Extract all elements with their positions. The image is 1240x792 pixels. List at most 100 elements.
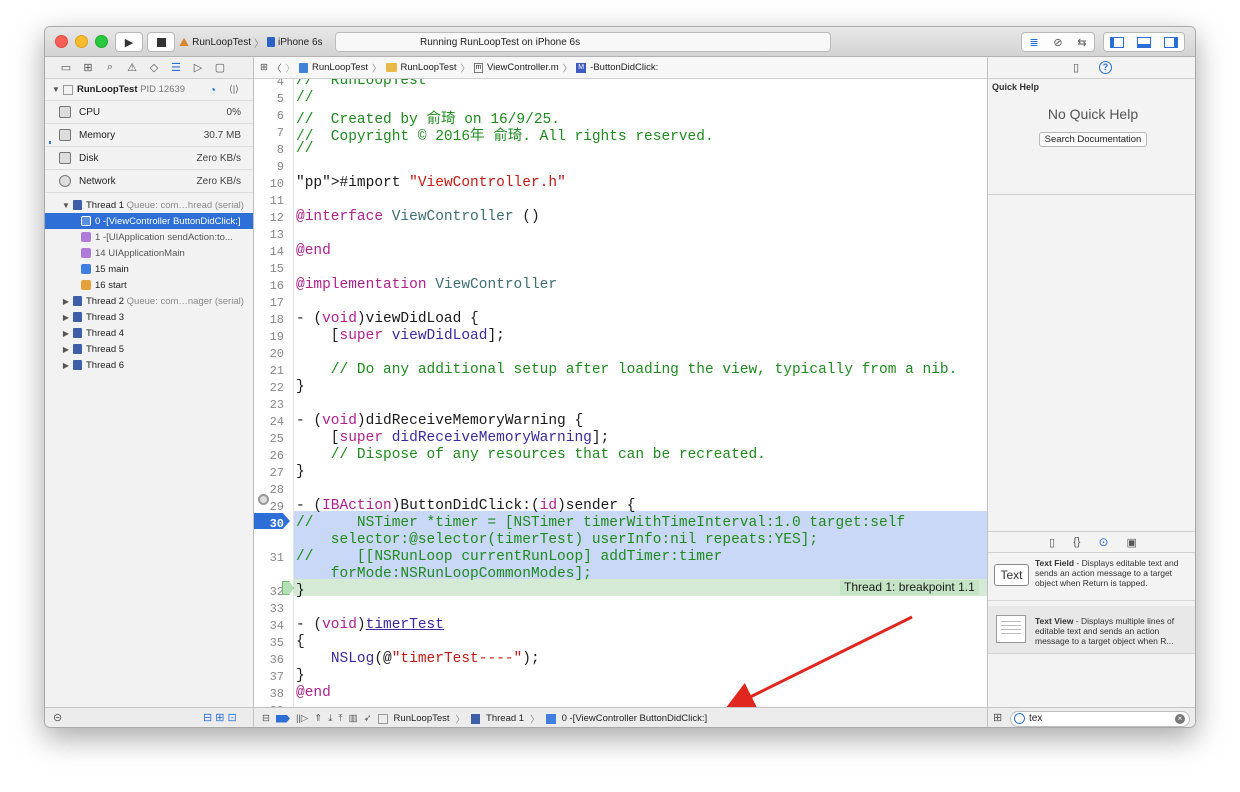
gauge-memory[interactable]: Memory 30.7 MB xyxy=(45,124,253,147)
stack-frame[interactable]: 15 main xyxy=(45,261,253,277)
object-library-icon[interactable]: ⊙ xyxy=(1098,535,1108,549)
back-button[interactable]: 〈 xyxy=(272,61,282,75)
line-number[interactable]: 30 xyxy=(254,517,290,531)
disclosure-right-icon[interactable]: ▶ xyxy=(59,313,73,322)
symbol-navigator-icon[interactable]: ⊞ xyxy=(77,61,99,74)
grid-view-icon[interactable]: ⊞ xyxy=(993,711,1002,724)
file-inspector-icon[interactable]: ▯ xyxy=(1073,61,1079,74)
zoom-window-button[interactable] xyxy=(95,35,108,48)
debugbar-project[interactable]: RunLoopTest xyxy=(394,713,450,724)
stack-frame[interactable]: 1 -[UIApplication sendAction:to... xyxy=(45,229,253,245)
thread-label: Thread 5 xyxy=(86,343,125,355)
step-out-icon[interactable]: ⤒ xyxy=(338,713,342,724)
thread-label: Thread 1 xyxy=(86,199,125,211)
scheme-selector[interactable]: ⛰ RunLoopTest 〉 iPhone 6s xyxy=(179,32,323,52)
close-window-button[interactable] xyxy=(55,35,68,48)
disclosure-right-icon[interactable]: ▶ xyxy=(59,345,73,354)
forward-button[interactable]: 〉 xyxy=(285,61,295,75)
thread-row[interactable]: ▶ Thread 4 xyxy=(45,325,253,341)
continue-icon[interactable]: ||▷ xyxy=(296,713,308,724)
breakpoint-navigator-icon[interactable]: ▷ xyxy=(187,61,209,74)
no-quick-help-text: No Quick Help xyxy=(1047,106,1139,122)
related-items-icon[interactable]: ⊞ xyxy=(260,62,268,73)
gauge-toggle-icon[interactable]: ◔ xyxy=(209,83,216,97)
thread-icon xyxy=(73,296,82,306)
frame-label: 1 -[UIApplication sendAction:to... xyxy=(95,231,233,243)
status-text: Running RunLoopTest on iPhone 6s xyxy=(420,37,581,48)
thread-row[interactable]: ▶ Thread 5 xyxy=(45,341,253,357)
search-documentation-button[interactable]: Search Documentation xyxy=(1039,132,1147,147)
assistant-editor-icon[interactable]: ⊘ xyxy=(1053,36,1062,49)
step-over-icon[interactable]: ⇑ xyxy=(314,713,322,724)
stack-frame-selected[interactable]: 0 -[ViewController ButtonDidClick:] xyxy=(45,213,253,229)
process-options-icon[interactable]: ⟨|⟩ xyxy=(229,84,239,95)
media-library-icon[interactable]: ▣ xyxy=(1127,536,1137,549)
gauge-disk[interactable]: Disk Zero KB/s xyxy=(45,147,253,170)
text-view-icon xyxy=(996,615,1026,643)
library-item-text-field[interactable]: Text Text Field - Displays editable text… xyxy=(988,553,1195,601)
play-icon: ▶ xyxy=(124,36,134,49)
disclosure-right-icon[interactable]: ▶ xyxy=(59,329,73,338)
jumpbar-project[interactable]: RunLoopTest xyxy=(312,62,368,73)
find-navigator-icon[interactable]: ⌕ xyxy=(99,61,121,74)
filter-toggles-icon[interactable]: ⊟ ⊞ ⊡ xyxy=(203,711,237,724)
gauge-network[interactable]: Network Zero KB/s xyxy=(45,170,253,193)
standard-editor-icon[interactable]: ≣ xyxy=(1029,36,1038,49)
debugbar-thread[interactable]: Thread 1 xyxy=(486,713,524,724)
test-navigator-icon[interactable]: ◇ xyxy=(143,61,165,74)
clear-filter-icon[interactable]: × xyxy=(1175,714,1185,724)
disclosure-down-icon[interactable]: ▼ xyxy=(59,201,73,210)
disclosure-right-icon[interactable]: ▶ xyxy=(59,361,73,370)
code-area[interactable]: 4// RunLoopTest 5//6// Created by 俞琦 on 1… xyxy=(254,79,987,707)
process-row[interactable]: ▼ RunLoopTest PID 12639 ◔ ⟨|⟩ xyxy=(45,79,253,101)
stack-frame[interactable]: 14 UIApplicationMain xyxy=(45,245,253,261)
gauge-cpu[interactable]: CPU 0% xyxy=(45,101,253,124)
thread-row[interactable]: ▶ Thread 6 xyxy=(45,357,253,373)
code-snippet-library-icon[interactable]: {} xyxy=(1073,536,1080,548)
toggle-debug-area-icon[interactable] xyxy=(1136,36,1151,48)
library-item-text-view[interactable]: Text View - Displays multiple lines of e… xyxy=(988,606,1195,654)
thread-row[interactable]: ▶ Thread 3 xyxy=(45,309,253,325)
report-navigator-icon[interactable]: ▢ xyxy=(209,61,231,74)
thread-row[interactable]: ▶ Thread 2 Queue: com…nager (serial) xyxy=(45,293,253,309)
library-filter-field[interactable]: tex × xyxy=(1010,711,1190,727)
location-icon[interactable]: ➶ xyxy=(364,713,372,724)
file-template-library-icon[interactable]: ▯ xyxy=(1049,536,1055,549)
jump-bar: ⊞ 〈 〉 RunLoopTest 〉 RunLoopTest 〉 m View… xyxy=(254,57,987,79)
version-editor-icon[interactable]: ⇆ xyxy=(1077,36,1086,49)
editor-mode-segment[interactable]: ≣ ⊘ ⇆ xyxy=(1021,32,1095,52)
memory-usage-bar xyxy=(49,141,51,144)
debugbar-frame[interactable]: 0 -[ViewController ButtonDidClick:] xyxy=(562,713,708,724)
thread-icon xyxy=(73,344,82,354)
gauge-value: 30.7 MB xyxy=(203,129,241,141)
disclosure-down-icon[interactable]: ▼ xyxy=(49,85,63,94)
stack-frame[interactable]: 16 start xyxy=(45,277,253,293)
project-navigator-icon[interactable]: ▭ xyxy=(55,61,77,74)
jumpbar-group[interactable]: RunLoopTest xyxy=(401,62,457,73)
project-icon xyxy=(299,62,308,73)
thread-row[interactable]: ▼ Thread 1 Queue: com…hread (serial) xyxy=(45,197,253,213)
network-icon xyxy=(59,175,71,187)
quick-help-icon[interactable]: ? xyxy=(1099,61,1113,74)
toggle-utilities-icon[interactable] xyxy=(1163,36,1178,48)
issue-navigator-icon[interactable]: ⚠ xyxy=(121,61,143,74)
toggle-navigator-icon[interactable] xyxy=(1110,36,1125,48)
view-toggle-segment[interactable] xyxy=(1103,32,1185,52)
view-hierarchy-icon[interactable]: ▥ xyxy=(349,713,358,724)
stop-icon xyxy=(156,37,166,47)
stop-button[interactable] xyxy=(147,32,175,52)
hide-debug-area-icon[interactable]: ⊟ xyxy=(262,713,270,724)
jumpbar-file[interactable]: ViewController.m xyxy=(487,62,559,73)
run-button[interactable]: ▶ xyxy=(115,32,143,52)
jumpbar-method[interactable]: -ButtonDidClick: xyxy=(590,62,658,73)
navigator-filter-bar: ⊝ ⊟ ⊞ ⊡ xyxy=(45,707,254,727)
thread-icon xyxy=(73,312,82,322)
chevron-right-icon: 〉 xyxy=(254,38,265,50)
disclosure-right-icon[interactable]: ▶ xyxy=(59,297,73,306)
debug-bar: ⊟ ||▷ ⇑ ⤓ ⤒ ▥ ➶ RunLoopTest 〉 Thread 1 〉… xyxy=(254,707,987,727)
minimize-window-button[interactable] xyxy=(75,35,88,48)
debug-navigator-icon[interactable]: ☰ xyxy=(165,61,187,74)
filter-options-icon[interactable]: ⊝ xyxy=(53,711,62,724)
breakpoints-toggle-icon[interactable] xyxy=(275,714,290,723)
step-into-icon[interactable]: ⤓ xyxy=(328,713,332,724)
